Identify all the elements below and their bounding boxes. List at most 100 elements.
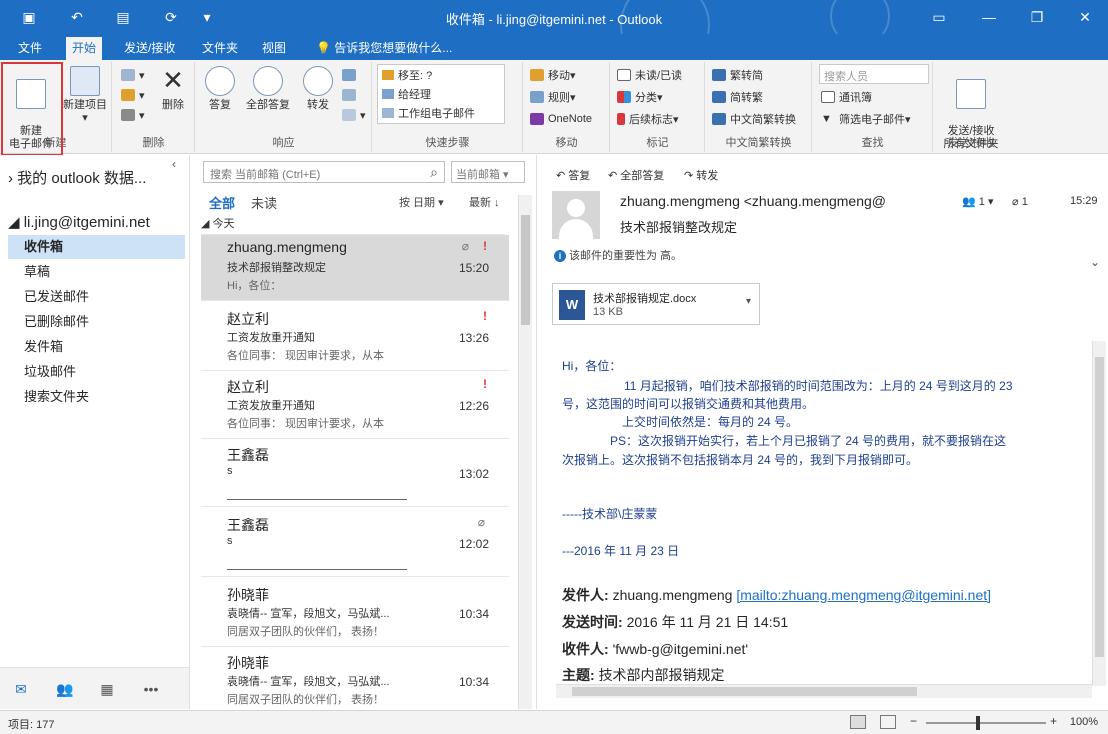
reply-button[interactable]: 答复 xyxy=(200,64,240,112)
meeting-icon xyxy=(342,69,356,81)
filter-email-button[interactable]: ▼ 筛选电子邮件 ▾ xyxy=(821,110,911,128)
reading-vertical-scrollbar[interactable] xyxy=(1092,341,1106,686)
account-node[interactable]: ◢ li.jing@itgemini.net xyxy=(8,213,150,231)
reply-all-button[interactable]: 全部答复 xyxy=(240,64,296,112)
cleanup-button[interactable]: ▾ xyxy=(121,86,145,104)
calendar-icon[interactable]: ▦ xyxy=(96,680,118,698)
zoom-slider[interactable] xyxy=(926,716,1046,730)
sender-name[interactable]: zhuang.mengmeng <zhuang.mengmeng@ xyxy=(620,193,930,209)
tab-send-receive[interactable]: 发送/接收 xyxy=(118,37,181,60)
expand-header-icon[interactable]: ⌄ xyxy=(1090,255,1100,269)
unread-read-button[interactable]: 未读/已读 xyxy=(617,66,682,84)
onenote-button[interactable]: OneNote xyxy=(530,110,592,128)
normal-view-icon[interactable] xyxy=(850,715,866,729)
move-icon xyxy=(530,69,544,81)
message-list-scrollbar[interactable] xyxy=(518,195,532,709)
close-icon[interactable]: ✕ xyxy=(1070,4,1100,30)
scrollbar-thumb[interactable] xyxy=(1095,357,1104,657)
move-button[interactable]: 移动 ▾ xyxy=(530,66,576,84)
forward-action[interactable]: ↷ 转发 xyxy=(684,167,718,183)
sort-by-dropdown[interactable]: 按 日期 ▾ xyxy=(399,194,444,210)
reply-action[interactable]: ↶ 答复 xyxy=(556,167,590,183)
quick-steps-gallery: 移至: ? 给经理 工作组电子邮件 xyxy=(377,64,505,124)
filter-all[interactable]: 全部 xyxy=(209,193,235,212)
mail-icon[interactable]: ✉ xyxy=(10,680,32,698)
search-scope-dropdown[interactable]: 当前邮箱 ▾ xyxy=(451,161,525,183)
folder-junk[interactable]: 垃圾邮件 xyxy=(8,360,185,384)
ribbon-display-icon[interactable]: ▭ xyxy=(924,4,954,30)
chinese-conversion-button[interactable]: 中文简繁转换 xyxy=(712,110,796,128)
message-preview: 同居双子团队的伙伴们， 表扬！ xyxy=(227,694,385,706)
message-row[interactable]: 赵立利 ! 工资发放重开通知 13:26 各位同事： 现因审计要求，从本 xyxy=(201,305,509,371)
folder-drafts[interactable]: 草稿 xyxy=(8,260,185,284)
from-value: zhuang.mengmeng xyxy=(612,587,733,603)
sort-order-toggle[interactable]: 最新 ↓ xyxy=(469,194,500,210)
reading-horizontal-scrollbar[interactable] xyxy=(556,684,1092,698)
search-people-input[interactable]: 搜索人员 xyxy=(819,64,929,84)
folder-sent[interactable]: 已发送邮件 xyxy=(8,285,185,309)
zoom-in-icon[interactable]: + xyxy=(1050,714,1057,728)
unread-read-label: 未读/已读 xyxy=(635,70,683,82)
restore-icon[interactable]: ❐ xyxy=(1022,4,1052,30)
folder-inbox[interactable]: 收件箱 xyxy=(8,235,185,259)
message-row[interactable]: 孙晓菲 袁晓倩-- 宣军，段旭文，马弘斌... 10:34 同居双子团队的伙伴们… xyxy=(201,581,509,647)
people-icon[interactable]: 👥 xyxy=(54,680,76,698)
favorites-node[interactable]: › 我的 outlook 数据... xyxy=(8,167,146,188)
quick-step-move[interactable]: 移至: ? xyxy=(378,65,504,84)
message-row[interactable]: 王鑫磊 ⌀ s 12:02 xyxy=(201,511,509,577)
filter-unread[interactable]: 未读 xyxy=(251,193,277,212)
junk-button[interactable]: ▾ xyxy=(121,106,145,124)
zoom-level[interactable]: 100% xyxy=(1070,716,1098,728)
more-respond-button[interactable]: ▾ xyxy=(342,106,366,124)
message-row[interactable]: zhuang.mengmeng ⌀ ! 技术部报销整改规定 15:20 Hi，各… xyxy=(201,235,509,301)
people-count[interactable]: 👥 1 ▾ xyxy=(962,195,993,208)
attachment-card[interactable]: W 技术部报销规定.docx 13 KB ▾ xyxy=(552,283,760,325)
message-subject: 袁晓倩-- 宣军，段旭文，马弘斌... xyxy=(227,608,390,620)
tab-file[interactable]: 文件 xyxy=(12,37,48,60)
minimize-icon[interactable]: — xyxy=(974,4,1004,30)
folder-search[interactable]: 搜索文件夹 xyxy=(8,385,185,409)
rules-button[interactable]: 规则 ▾ xyxy=(530,88,576,106)
tell-me-box[interactable]: 💡 告诉我您想要做什么... xyxy=(310,37,458,60)
favorites-label: 我的 outlook 数据... xyxy=(17,170,147,187)
reply-all-action[interactable]: ↶ 全部答复 xyxy=(608,167,664,183)
message-row[interactable]: 王鑫磊 s 13:02 xyxy=(201,441,509,507)
more-apps-icon[interactable]: ••• xyxy=(140,680,162,698)
ignore-button[interactable]: ▾ xyxy=(121,66,145,84)
folder-outbox[interactable]: 发件箱 xyxy=(8,335,185,359)
scrollbar-thumb[interactable] xyxy=(521,215,530,325)
group-header-today[interactable]: ◢ 今天 xyxy=(201,215,505,235)
attachment-menu-icon[interactable]: ▾ xyxy=(746,296,751,307)
tab-view[interactable]: 视图 xyxy=(256,37,292,60)
group-label-quick-steps: 快速步骤 xyxy=(425,137,470,149)
tab-folder[interactable]: 文件夹 xyxy=(196,37,244,60)
zoom-slider-knob[interactable] xyxy=(976,716,980,730)
reading-view-icon[interactable] xyxy=(880,715,896,729)
attachment-count[interactable]: ⌀ 1 xyxy=(1012,195,1028,208)
tab-home[interactable]: 开始 xyxy=(66,37,103,60)
new-items-button[interactable]: 新建项目 ▾ xyxy=(58,64,112,125)
delete-button[interactable]: ✕ 删除 xyxy=(155,64,191,112)
zoom-out-icon[interactable]: − xyxy=(910,714,917,728)
quick-step-manager[interactable]: 给经理 xyxy=(378,84,504,103)
search-icon[interactable]: ⌕ xyxy=(430,164,438,181)
address-book-button[interactable]: 通讯簿 xyxy=(821,88,872,106)
simp-to-trad-button[interactable]: 简转繁 xyxy=(712,88,763,106)
forward-button[interactable]: 转发 xyxy=(298,64,338,112)
scrollbar-thumb[interactable] xyxy=(572,687,917,696)
message-row[interactable]: 赵立利 ! 工资发放重开通知 12:26 各位同事： 现因审计要求，从本 xyxy=(201,373,509,439)
im-button[interactable] xyxy=(342,86,360,104)
follow-up-button[interactable]: 后续标志 ▾ xyxy=(617,110,679,128)
new-items-icon xyxy=(70,66,100,96)
folder-deleted[interactable]: 已删除邮件 xyxy=(8,310,185,334)
collapse-pane-icon[interactable]: ‹ xyxy=(172,157,176,171)
quick-step-team[interactable]: 工作组电子邮件 xyxy=(378,103,504,122)
forward-label: 转发 xyxy=(307,99,329,111)
categorize-button[interactable]: 分类 ▾ xyxy=(617,88,663,106)
from-mailto-link[interactable]: [mailto:zhuang.mengmeng@itgemini.net] xyxy=(736,587,991,603)
status-bar: 项目: 177 − + 100% xyxy=(0,710,1108,734)
search-input[interactable]: 搜索 当前邮箱 (Ctrl+E) ⌕ xyxy=(203,161,445,183)
trad-to-simp-button[interactable]: 繁转简 xyxy=(712,66,763,84)
meeting-button[interactable] xyxy=(342,66,360,84)
message-row[interactable]: 孙晓菲 袁晓倩-- 宣军，段旭文，马弘斌... 10:34 同居双子团队的伙伴们… xyxy=(201,649,509,715)
